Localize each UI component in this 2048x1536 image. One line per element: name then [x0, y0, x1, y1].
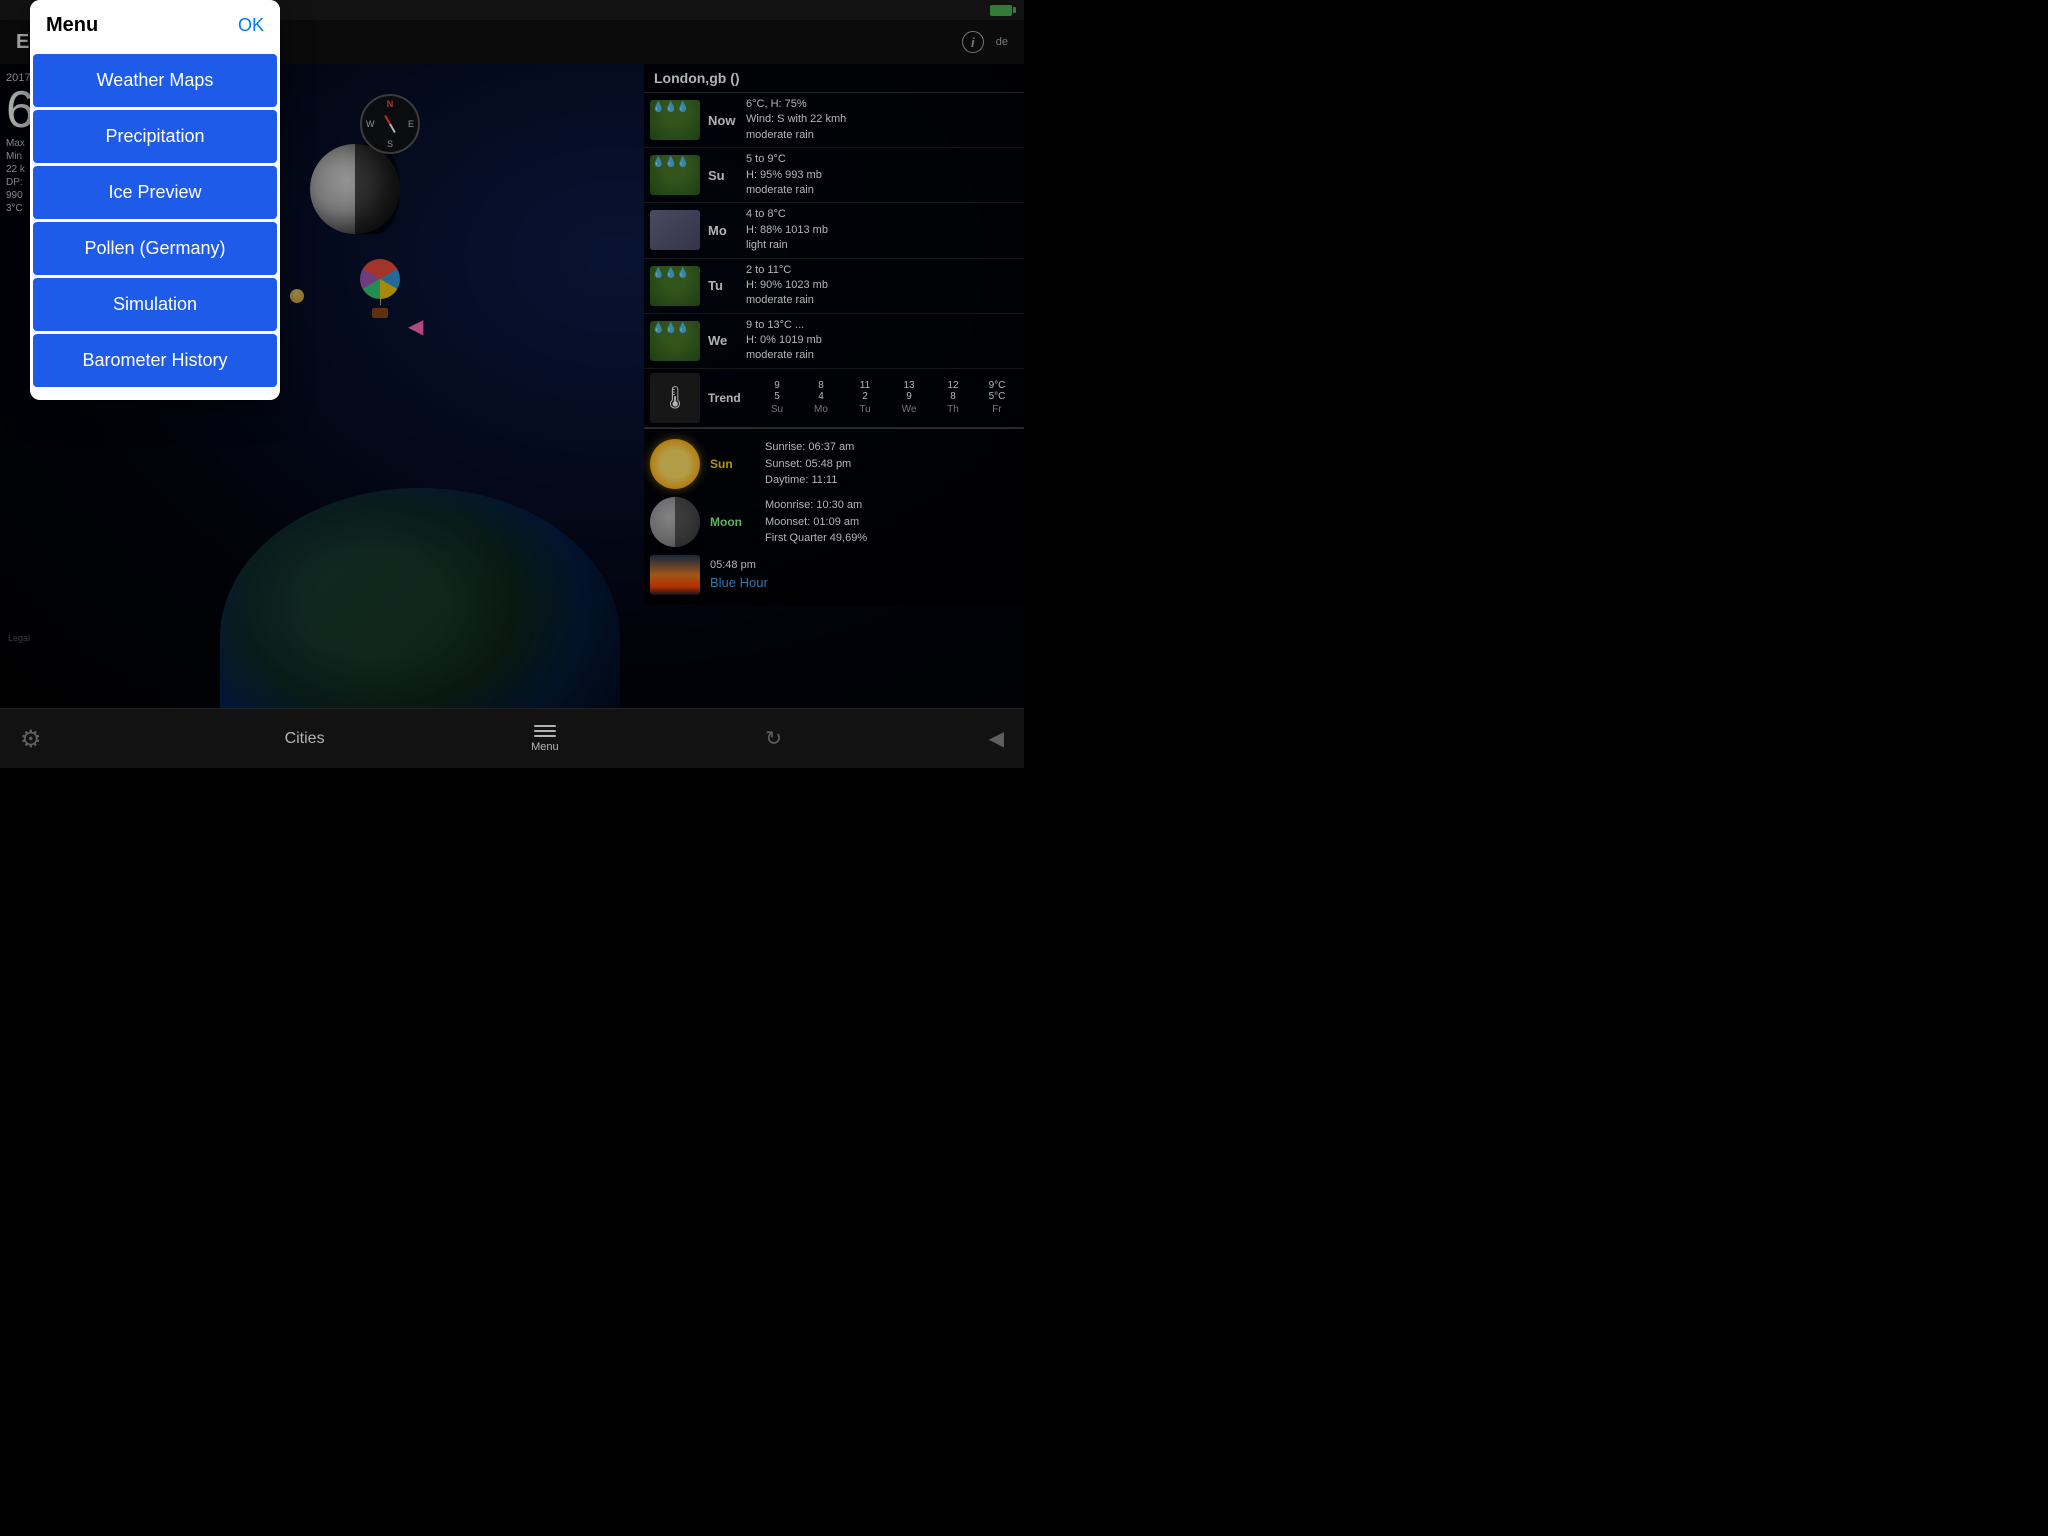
menu-title: Menu [46, 14, 98, 37]
menu-item-pollen-germany[interactable]: Pollen (Germany) [33, 222, 277, 275]
menu-item-simulation[interactable]: Simulation [33, 278, 277, 331]
menu-panel: Menu OK Weather Maps Precipitation Ice P… [30, 0, 280, 400]
menu-item-barometer-history[interactable]: Barometer History [33, 334, 277, 387]
menu-item-precipitation[interactable]: Precipitation [33, 110, 277, 163]
menu-header: Menu OK [30, 0, 280, 51]
menu-item-ice-preview[interactable]: Ice Preview [33, 166, 277, 219]
menu-overlay: Menu OK Weather Maps Precipitation Ice P… [0, 0, 1024, 768]
menu-ok-button[interactable]: OK [238, 15, 264, 36]
menu-item-weather-maps[interactable]: Weather Maps [33, 54, 277, 107]
